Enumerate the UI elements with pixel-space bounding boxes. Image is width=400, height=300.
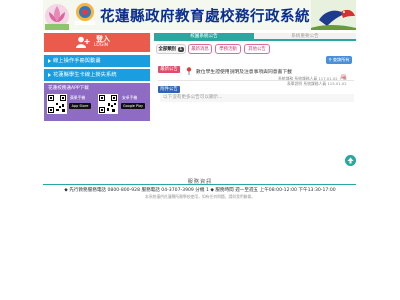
login-sublabel: LOGIN: [94, 43, 109, 48]
filter-other[interactable]: 其他公告: [244, 44, 270, 54]
app-download-title: 花蓮校務通APP下載: [48, 86, 89, 91]
manual-link[interactable]: 線上操作手冊與動畫: [44, 55, 150, 67]
student-card-lost-link[interactable]: 花蓮縣學生卡線上掛失系統: [44, 69, 150, 81]
tab-divider: [154, 40, 356, 41]
filter-all[interactable]: 全部類別 1: [156, 44, 186, 54]
filter-news[interactable]: 最新消息: [188, 44, 212, 54]
android-label: 安卓手機: [122, 95, 138, 100]
site-header: 花蓮縣政府教育處校務行政系統: [43, 0, 356, 30]
site-title: 花蓮縣政府教育處校務行政系統: [100, 9, 310, 25]
android-qr-code-icon: [98, 94, 118, 114]
tab-system-announcements[interactable]: 系統重要公告: [254, 33, 356, 40]
back-to-top-button[interactable]: [345, 155, 356, 166]
footer-divider: [43, 184, 356, 185]
login-button[interactable]: 登入 LOGIN: [44, 33, 150, 52]
search-all-label: 查詢所有: [332, 57, 350, 62]
search-all-button[interactable]: ⚲ 查詢所有: [326, 56, 352, 64]
tab-campus-announcements[interactable]: 校園系統公告: [154, 33, 254, 40]
announcement-meta-secondary: 表單說明 系統課務人員 115.01.02: [287, 81, 347, 86]
empty-list-note: 以下沒有更多公告可以顯示...: [160, 94, 354, 102]
latest-announcement-badge: 最新公告: [158, 66, 180, 73]
footer-note: 本系統僅供花蓮縣所屬學校使用，如有任何問題，請與我們聯繫。: [144, 194, 256, 199]
logo-icon: [75, 3, 95, 25]
footer-contact-info: ◆ 先行教務服務電話 0800-800-928 服務電話 04-3707-390…: [64, 188, 336, 193]
bird-illustration-icon: [311, 0, 356, 30]
add-user-icon: [76, 36, 90, 48]
attachment-announcement-badge: 附件公告: [158, 86, 180, 93]
google-play-button[interactable]: Google Play: [121, 103, 145, 109]
ios-label: 蘋果手機: [70, 95, 86, 100]
app-store-button[interactable]: App Store: [69, 103, 91, 109]
filter-student-affairs[interactable]: 學務活動: [215, 44, 241, 54]
pin-icon: [186, 67, 192, 75]
filter-all-label: 全部類別: [158, 47, 177, 52]
announcement-title-link[interactable]: 數位學生證使用說明及注意事項與同意書下載: [196, 68, 292, 75]
lotus-icon: [45, 4, 69, 30]
ios-qr-code-icon: [47, 94, 67, 114]
filter-count-badge: 1: [178, 47, 184, 52]
app-download-panel: 花蓮校務通APP下載 蘋果手機 App Store 安卓手機 Google Pl…: [44, 83, 150, 121]
